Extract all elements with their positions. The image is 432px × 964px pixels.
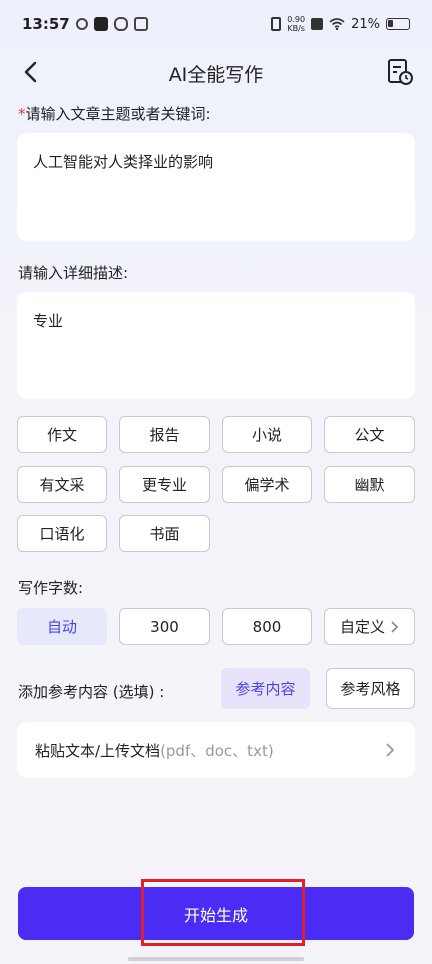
history-icon[interactable] xyxy=(386,57,414,87)
chevron-right-icon xyxy=(391,620,399,633)
status-right: 0.90 KB/s 21% xyxy=(271,15,410,33)
description-input[interactable]: 专业 xyxy=(17,292,415,399)
description-input-value: 专业 xyxy=(33,312,64,330)
network-speed: 0.90 KB/s xyxy=(287,15,305,33)
word-count-auto[interactable]: 自动 xyxy=(17,608,107,645)
app-notification-icon xyxy=(75,18,88,30)
style-chip[interactable]: 口语化 xyxy=(17,515,107,552)
page-title: AI全能写作 xyxy=(168,63,264,86)
upload-hint: (pdf、doc、txt) xyxy=(160,741,274,760)
word-count-label: 写作字数: xyxy=(18,579,84,597)
style-chip[interactable]: 有文采 xyxy=(17,466,107,503)
topic-input-value: 人工智能对人类择业的影响 xyxy=(33,153,214,171)
topic-input[interactable]: 人工智能对人类择业的影响 xyxy=(17,133,415,241)
wifi-icon xyxy=(329,18,345,30)
upload-reference-row[interactable]: 粘贴文本/上传文档 (pdf、doc、txt) xyxy=(17,722,415,778)
network-speed-unit: KB/s xyxy=(287,24,305,33)
nav-bar: AI全能写作 xyxy=(0,48,432,98)
tiktok-icon xyxy=(93,17,108,31)
description-label: 请输入详细描述: xyxy=(18,264,129,282)
start-generate-button[interactable]: 开始生成 xyxy=(18,887,414,940)
battery-percent: 21% xyxy=(351,16,380,32)
status-left: 13:57 xyxy=(22,15,148,33)
chevron-right-icon xyxy=(386,743,395,757)
network-speed-value: 0.90 xyxy=(287,15,306,24)
wallet-app-icon xyxy=(133,17,148,31)
topic-label-text: 请输入文章主题或者关键词: xyxy=(25,105,211,123)
status-time: 13:57 xyxy=(22,15,70,33)
tab-reference-style[interactable]: 参考风格 xyxy=(326,668,415,709)
style-chip[interactable]: 公文 xyxy=(324,416,415,453)
style-chip[interactable]: 偏学术 xyxy=(222,466,312,503)
status-bar: 13:57 0.90 KB/s 21% xyxy=(0,0,432,48)
back-arrow-icon[interactable] xyxy=(18,58,44,86)
reference-label: 添加参考内容 (选填) : xyxy=(18,683,165,701)
vibrate-icon xyxy=(271,17,282,31)
word-count-custom-label: 自定义 xyxy=(339,618,385,636)
topic-label: *请输入文章主题或者关键词: xyxy=(18,103,211,124)
style-chip[interactable]: 报告 xyxy=(119,416,210,453)
upload-label: 粘贴文本/上传文档 xyxy=(35,741,161,760)
link-app-icon xyxy=(113,17,128,31)
style-chip[interactable]: 更专业 xyxy=(119,466,210,503)
style-chip[interactable]: 幽默 xyxy=(324,466,415,503)
style-chip[interactable]: 作文 xyxy=(17,416,107,453)
home-indicator xyxy=(128,957,304,961)
battery-icon xyxy=(386,18,410,30)
style-chip[interactable]: 小说 xyxy=(222,416,312,453)
notification-off-icon xyxy=(311,18,324,30)
word-count-300[interactable]: 300 xyxy=(119,608,210,645)
style-chip[interactable]: 书面 xyxy=(119,515,210,552)
word-count-800[interactable]: 800 xyxy=(222,608,312,645)
word-count-custom[interactable]: 自定义 xyxy=(324,608,415,645)
required-mark: * xyxy=(18,105,26,123)
tab-reference-content[interactable]: 参考内容 xyxy=(221,668,310,709)
